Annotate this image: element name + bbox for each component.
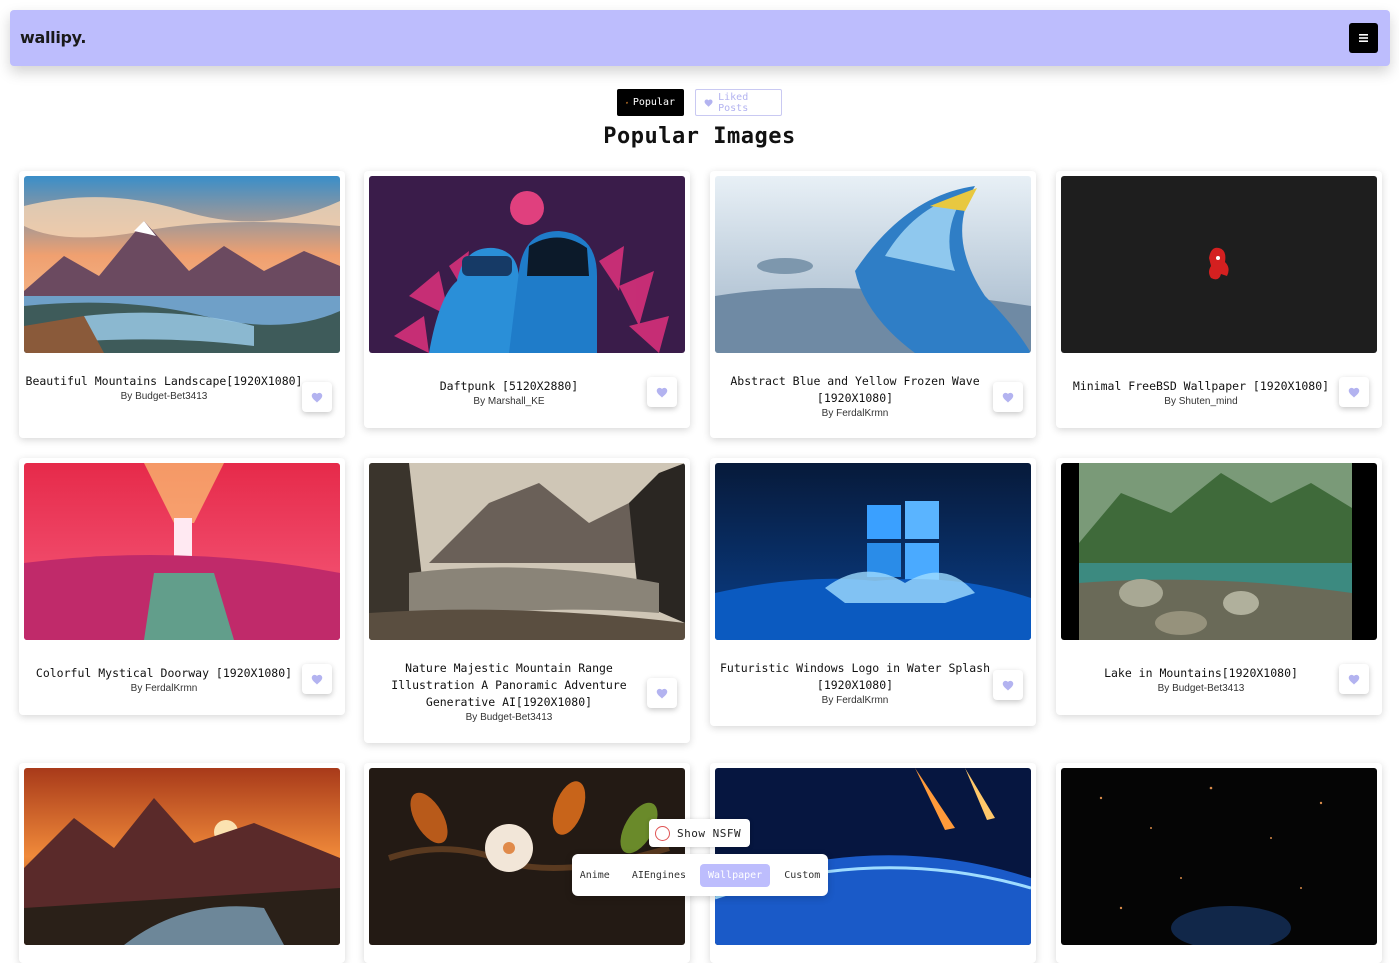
view-tabs: Popular Liked Posts [0,89,1399,116]
card-author: By FerdalKrmn [821,695,889,706]
heart-icon [656,387,668,397]
card-author: By Marshall_KE [473,396,545,407]
wallpaper-card[interactable]: Lake in Mountains[1920X1080] By Budget-B… [1056,458,1382,715]
wallpaper-thumbnail[interactable] [369,176,685,353]
like-button[interactable] [302,664,332,694]
card-author: By Shuten_mind [1164,396,1238,407]
like-button[interactable] [302,382,332,412]
card-author: By Budget-Bet3413 [120,391,208,402]
like-button[interactable] [647,377,677,407]
wallpaper-thumbnail[interactable] [24,768,340,945]
wallpaper-thumbnail[interactable] [369,463,685,640]
nsfw-label: Show NSFW [677,826,742,840]
wallpaper-card[interactable]: Colorful Mystical Doorway [1920X1080] By… [19,458,345,715]
heart-icon [656,688,668,698]
wallpaper-card[interactable]: Nature Majestic Mountain Range Illustrat… [364,458,690,743]
category-bar: Anime AIEngines Wallpaper Custom [572,854,828,896]
card-title: Minimal FreeBSD Wallpaper [1920X1080] [1072,379,1330,393]
card-title: Lake in Mountains[1920X1080] [1104,666,1298,680]
tab-liked-posts-label: Liked Posts [718,91,749,114]
like-button[interactable] [647,678,677,708]
wallpaper-card[interactable]: Daftpunk [5120X2880] By Marshall_KE [364,171,690,428]
heart-icon [311,674,323,684]
card-caption: Beautiful Mountains Landscape[1920X1080]… [24,373,304,402]
card-caption: Colorful Mystical Doorway [1920X1080] By… [24,665,304,694]
nsfw-toggle[interactable]: Show NSFW [649,819,750,847]
heart-icon [311,392,323,402]
heart-icon [704,99,713,107]
card-title: Colorful Mystical Doorway [1920X1080] [35,666,293,680]
wallpaper-thumbnail[interactable] [24,463,340,640]
like-button[interactable] [1339,377,1369,407]
fire-icon [626,101,628,104]
card-author: By FerdalKrmn [821,408,889,419]
heart-icon [1002,392,1014,402]
card-caption: Lake in Mountains[1920X1080] By Budget-B… [1061,665,1341,694]
card-title: Futuristic Windows Logo in Water Splash … [719,661,991,692]
wallpaper-thumbnail[interactable] [1061,768,1377,945]
wallpaper-card[interactable]: Beautiful Mountains Landscape[1920X1080]… [19,171,345,438]
wallpaper-thumbnail[interactable] [1061,463,1377,640]
wallpaper-card[interactable]: Minimal FreeBSD Wallpaper [1920X1080] By… [1056,171,1382,428]
brand-logo[interactable]: wallipy. [20,28,86,47]
card-caption: Daftpunk [5120X2880] By Marshall_KE [369,378,649,407]
like-button[interactable] [993,670,1023,700]
heart-icon [1348,674,1360,684]
card-author: By Budget-Bet3413 [1157,683,1245,694]
wallpaper-card[interactable] [19,763,345,963]
category-wallpaper[interactable]: Wallpaper [700,863,771,887]
tab-popular[interactable]: Popular [617,89,684,116]
nsfw-checkbox[interactable] [655,825,670,841]
category-anime[interactable]: Anime [572,864,618,887]
wallpaper-thumbnail[interactable] [1061,176,1377,353]
tab-liked-posts[interactable]: Liked Posts [695,89,782,116]
card-caption: Nature Majestic Mountain Range Illustrat… [369,660,649,723]
heart-icon [1348,387,1360,397]
card-caption: Minimal FreeBSD Wallpaper [1920X1080] By… [1061,378,1341,407]
card-caption: Abstract Blue and Yellow Frozen Wave [19… [715,373,995,419]
tab-popular-label: Popular [632,97,675,108]
like-button[interactable] [993,382,1023,412]
wallpaper-card[interactable]: Abstract Blue and Yellow Frozen Wave [19… [710,171,1036,438]
card-title: Beautiful Mountains Landscape[1920X1080] [25,374,303,388]
wallpaper-thumbnail[interactable] [715,463,1031,640]
page-title: Popular Images [603,124,796,149]
card-caption: Futuristic Windows Logo in Water Splash … [715,660,995,706]
wallpaper-thumbnail[interactable] [24,176,340,353]
navbar: wallipy. [10,10,1390,66]
card-title: Abstract Blue and Yellow Frozen Wave [19… [730,374,980,405]
category-aiengines[interactable]: AIEngines [624,864,694,887]
hamburger-menu-button[interactable] [1349,23,1378,53]
wallpaper-card[interactable]: Futuristic Windows Logo in Water Splash … [710,458,1036,726]
wallpaper-thumbnail[interactable] [715,176,1031,353]
heart-icon [1002,680,1014,690]
hamburger-icon [1359,34,1368,42]
wallpaper-card[interactable] [1056,763,1382,963]
like-button[interactable] [1339,664,1369,694]
category-custom[interactable]: Custom [776,864,828,887]
card-author: By Budget-Bet3413 [465,712,553,723]
card-author: By FerdalKrmn [130,683,198,694]
card-title: Nature Majestic Mountain Range Illustrat… [391,661,627,709]
card-title: Daftpunk [5120X2880] [439,379,579,393]
